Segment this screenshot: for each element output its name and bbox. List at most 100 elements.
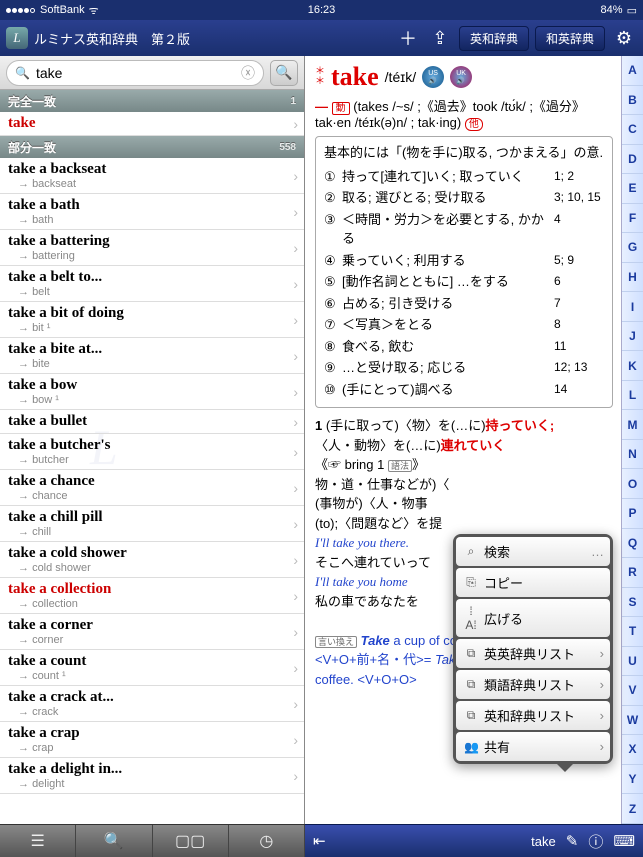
bottom-bar: ☰ 🔍 ▢▢ ◷ ⇤ take ✎ ⓘ ⌨ — [0, 824, 643, 857]
alpha-L[interactable]: L — [622, 381, 643, 411]
alpha-R[interactable]: R — [622, 558, 643, 588]
result-sub: battering — [8, 250, 296, 262]
audio-us-button[interactable]: US🔊 — [422, 66, 444, 88]
result-row[interactable]: take a bathbath› — [0, 194, 304, 230]
search-tab-icon[interactable]: 🔍 — [76, 825, 152, 857]
alpha-D[interactable]: D — [622, 145, 643, 175]
alpha-N[interactable]: N — [622, 440, 643, 470]
exact-header: 完全一致 1 — [0, 90, 304, 112]
result-row[interactable]: take a bullet› — [0, 410, 304, 434]
result-row[interactable]: take a bowbow ¹› — [0, 374, 304, 410]
alpha-V[interactable]: V — [622, 676, 643, 706]
result-row[interactable]: take a collectioncollection› — [0, 578, 304, 614]
alpha-H[interactable]: H — [622, 263, 643, 293]
result-word: take a chill pill — [8, 509, 296, 526]
alpha-C[interactable]: C — [622, 115, 643, 145]
menu-item[interactable]: ⧉英和辞典リスト› — [456, 701, 610, 730]
info-icon[interactable]: ⓘ — [588, 831, 603, 852]
audio-uk-button[interactable]: UK🔊 — [450, 66, 472, 88]
chevron-right-icon: › — [293, 276, 298, 292]
alpha-E[interactable]: E — [622, 174, 643, 204]
pronunciation: /téɪk/ — [385, 69, 416, 85]
alpha-O[interactable]: O — [622, 469, 643, 499]
menu-item[interactable]: ⧉類語辞典リスト› — [456, 670, 610, 699]
context-menu: ⌕検索…⎘コピー⁞A⁞広げる⧉英英辞典リスト›⧉類語辞典リスト›⧉英和辞典リスト… — [453, 534, 613, 764]
alpha-A[interactable]: A — [622, 56, 643, 86]
alpha-Z[interactable]: Z — [622, 794, 643, 824]
list-icon[interactable]: ☰ — [0, 825, 76, 857]
result-row[interactable]: take a bite at...bite› — [0, 338, 304, 374]
menu-item[interactable]: ⌕検索… — [456, 537, 610, 566]
current-word: take — [531, 834, 556, 849]
menu-item[interactable]: ⎘コピー — [456, 568, 610, 597]
result-row[interactable]: take a butcher'sbutcher› — [0, 434, 304, 470]
search-input[interactable] — [36, 65, 241, 81]
history-icon[interactable]: ◷ — [229, 825, 305, 857]
share-icon[interactable]: ⇪ — [427, 28, 453, 49]
result-row[interactable]: take a crack at...crack› — [0, 686, 304, 722]
menu-icon: ⁞A⁞ — [464, 604, 478, 632]
partial-header: 部分一致 558 — [0, 136, 304, 158]
result-row[interactable]: take a bit of doingbit ¹› — [0, 302, 304, 338]
alpha-X[interactable]: X — [622, 735, 643, 765]
app-logo: L — [6, 27, 28, 49]
clear-icon[interactable]: ⓧ — [241, 63, 255, 83]
search-button[interactable]: 🔍 — [270, 60, 298, 86]
alpha-U[interactable]: U — [622, 647, 643, 677]
result-word: take a backseat — [8, 161, 296, 178]
result-row[interactable]: take a chancechance› — [0, 470, 304, 506]
result-word: take a collection — [8, 581, 296, 598]
def-row: ⑤[動作名詞とともに] …をする6 — [324, 272, 604, 292]
alpha-J[interactable]: J — [622, 322, 643, 352]
alpha-Y[interactable]: Y — [622, 765, 643, 795]
alpha-P[interactable]: P — [622, 499, 643, 529]
result-sub: bite — [8, 358, 296, 370]
wifi-icon: ᯤ — [89, 3, 99, 18]
result-sub: corner — [8, 634, 296, 646]
result-row[interactable]: take a chill pillchill› — [0, 506, 304, 542]
dict-je-button[interactable]: 和英辞典 — [535, 26, 605, 51]
result-row[interactable]: take a belt to...belt› — [0, 266, 304, 302]
alpha-M[interactable]: M — [622, 410, 643, 440]
result-sub: chill — [8, 526, 296, 538]
result-sub: bow ¹ — [8, 394, 296, 406]
alpha-K[interactable]: K — [622, 351, 643, 381]
keyboard-icon[interactable]: ⌨ — [613, 832, 635, 850]
result-row[interactable]: take› — [0, 112, 304, 136]
alpha-index[interactable]: ABCDEFGHIJKLMNOPQRSTUVWXYZ — [621, 56, 643, 824]
menu-item[interactable]: ⁞A⁞広げる — [456, 599, 610, 637]
result-row[interactable]: take a delight in...delight› — [0, 758, 304, 794]
result-word: take a delight in... — [8, 761, 296, 778]
result-row[interactable]: take a cold showercold shower› — [0, 542, 304, 578]
result-word: take a corner — [8, 617, 296, 634]
edit-icon[interactable]: ✎ — [566, 832, 579, 850]
result-sub: delight — [8, 778, 296, 790]
result-row[interactable]: take a crapcrap› — [0, 722, 304, 758]
alpha-I[interactable]: I — [622, 292, 643, 322]
result-row[interactable]: take a cornercorner› — [0, 614, 304, 650]
chevron-right-icon: › — [293, 768, 298, 784]
menu-icon: ⧉ — [464, 646, 478, 661]
back-icon[interactable]: ⇤ — [313, 832, 326, 850]
bookmark-icon[interactable]: ▢▢ — [153, 825, 229, 857]
result-row[interactable]: take a batteringbattering› — [0, 230, 304, 266]
alpha-F[interactable]: F — [622, 204, 643, 234]
alpha-B[interactable]: B — [622, 86, 643, 116]
alpha-Q[interactable]: Q — [622, 529, 643, 559]
result-row[interactable]: take a backseatbackseat› — [0, 158, 304, 194]
dict-ej-button[interactable]: 英和辞典 — [459, 26, 529, 51]
alpha-G[interactable]: G — [622, 233, 643, 263]
result-word: take a bite at... — [8, 341, 296, 358]
menu-item[interactable]: 👥共有› — [456, 732, 610, 761]
result-sub: backseat — [8, 178, 296, 190]
menu-item[interactable]: ⧉英英辞典リスト› — [456, 639, 610, 668]
result-row[interactable]: take a countcount ¹› — [0, 650, 304, 686]
result-sub: butcher — [8, 454, 296, 466]
search-box[interactable]: 🔍 ⓧ — [6, 60, 264, 86]
alpha-W[interactable]: W — [622, 706, 643, 736]
alpha-T[interactable]: T — [622, 617, 643, 647]
add-icon[interactable]: ＋ — [395, 25, 421, 51]
gear-icon[interactable]: ⚙ — [611, 28, 637, 49]
def-row: ⑨…と受け取る; 応じる12; 13 — [324, 358, 604, 378]
alpha-S[interactable]: S — [622, 588, 643, 618]
